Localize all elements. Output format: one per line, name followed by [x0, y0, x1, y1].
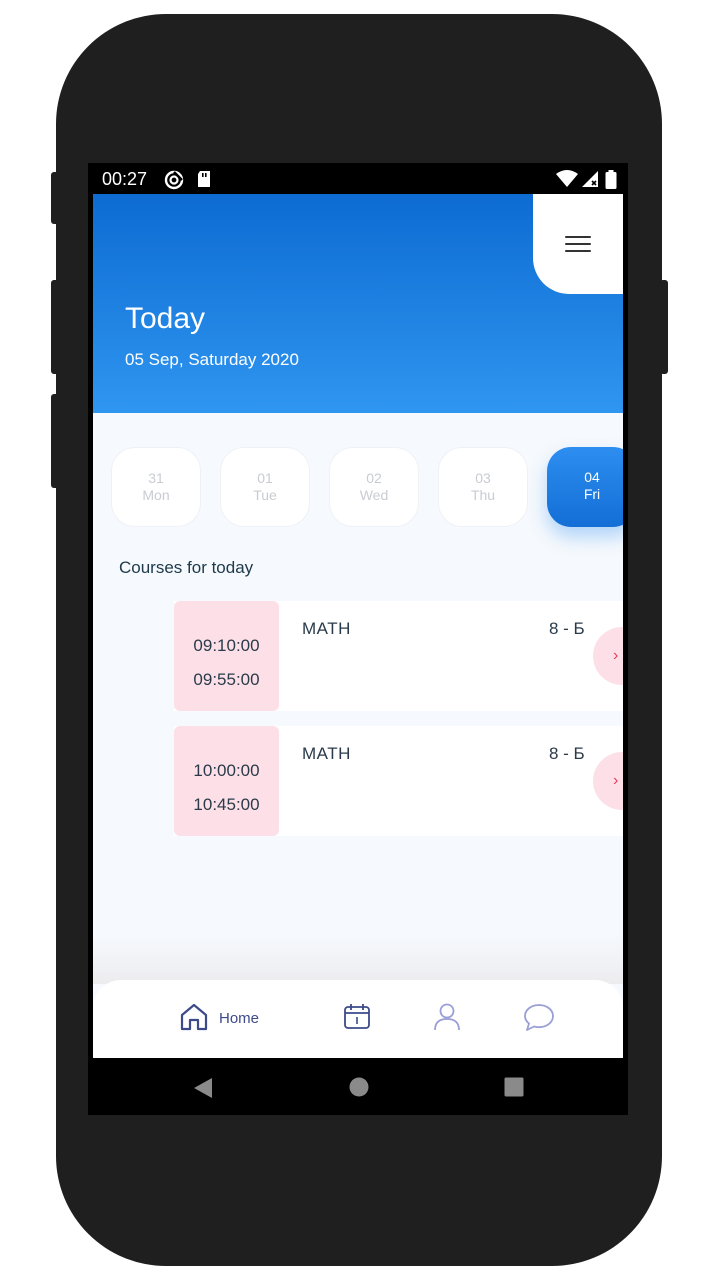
chevron-right-icon: › [613, 647, 619, 664]
menu-button[interactable] [533, 194, 623, 294]
hamburger-icon [565, 236, 591, 252]
android-navigation-bar [88, 1058, 628, 1115]
battery-icon [605, 170, 617, 189]
course-start-time: 09:10:00 [193, 636, 260, 655]
course-start-time: 10:00:00 [193, 761, 260, 780]
day-name: Thu [470, 487, 496, 503]
course-name: MATH [302, 619, 351, 638]
course-card[interactable]: 09:10:00 09:55:00 MATH 8 - Б › [174, 601, 623, 711]
back-icon[interactable] [192, 1077, 214, 1099]
bottom-navigation: Home [93, 980, 623, 1058]
course-group: 8 - Б [549, 744, 585, 763]
status-time: 00:27 [102, 169, 148, 189]
page-title: Today [125, 302, 206, 335]
course-card[interactable]: 10:00:00 10:45:00 MATH 8 - Б › [174, 726, 623, 836]
section-title: Courses for today [119, 558, 254, 577]
sync-icon [164, 170, 184, 190]
home-circle-icon[interactable] [349, 1077, 369, 1097]
phone-volume-up-button [51, 280, 59, 374]
current-date: 05 Sep, Saturday 2020 [125, 350, 299, 369]
device-screen: 00:27 Today 05 Sep, Saturday 2020 31 Mon… [88, 163, 628, 1115]
day-pill-wed[interactable]: 02 Wed [329, 447, 419, 527]
day-name: Wed [359, 487, 389, 503]
day-number: 04 [584, 469, 600, 485]
phone-power-button [660, 280, 668, 374]
day-number: 02 [366, 470, 382, 486]
day-name: Mon [142, 487, 170, 503]
day-number: 01 [257, 470, 273, 486]
course-time: 10:00:00 10:45:00 [174, 726, 279, 836]
day-pill-mon[interactable]: 31 Mon [111, 447, 201, 527]
recents-icon[interactable] [504, 1077, 524, 1097]
course-end-time: 10:45:00 [193, 795, 260, 814]
day-name: Fri [583, 486, 601, 502]
day-number: 31 [148, 470, 164, 486]
chat-icon[interactable] [523, 1002, 555, 1032]
home-icon[interactable] [179, 1002, 209, 1032]
wifi-icon [556, 170, 578, 187]
day-selector: 31 Mon 01 Tue 02 Wed 03 Thu 04 Fri [111, 447, 623, 527]
course-name: MATH [302, 744, 351, 763]
chevron-right-icon: › [613, 772, 619, 789]
user-icon[interactable] [432, 1002, 462, 1032]
day-pill-fri[interactable]: 04 Fri [547, 447, 623, 527]
header: Today 05 Sep, Saturday 2020 [93, 194, 623, 413]
sd-card-icon [198, 171, 210, 187]
day-pill-tue[interactable]: 01 Tue [220, 447, 310, 527]
course-end-time: 09:55:00 [193, 670, 260, 689]
signal-icon [582, 171, 598, 187]
calendar-icon[interactable] [343, 1002, 371, 1030]
phone-volume-down-button [51, 394, 59, 488]
day-pill-thu[interactable]: 03 Thu [438, 447, 528, 527]
app-content: Today 05 Sep, Saturday 2020 31 Mon 01 Tu… [93, 194, 623, 1058]
course-group: 8 - Б [549, 619, 585, 638]
status-bar: 00:27 [88, 163, 628, 194]
bottom-shadow [93, 934, 623, 984]
day-name: Tue [253, 487, 277, 503]
phone-side-button [51, 172, 59, 224]
course-time: 09:10:00 09:55:00 [174, 601, 279, 711]
nav-home-label[interactable]: Home [219, 1010, 259, 1027]
day-number: 03 [475, 470, 491, 486]
